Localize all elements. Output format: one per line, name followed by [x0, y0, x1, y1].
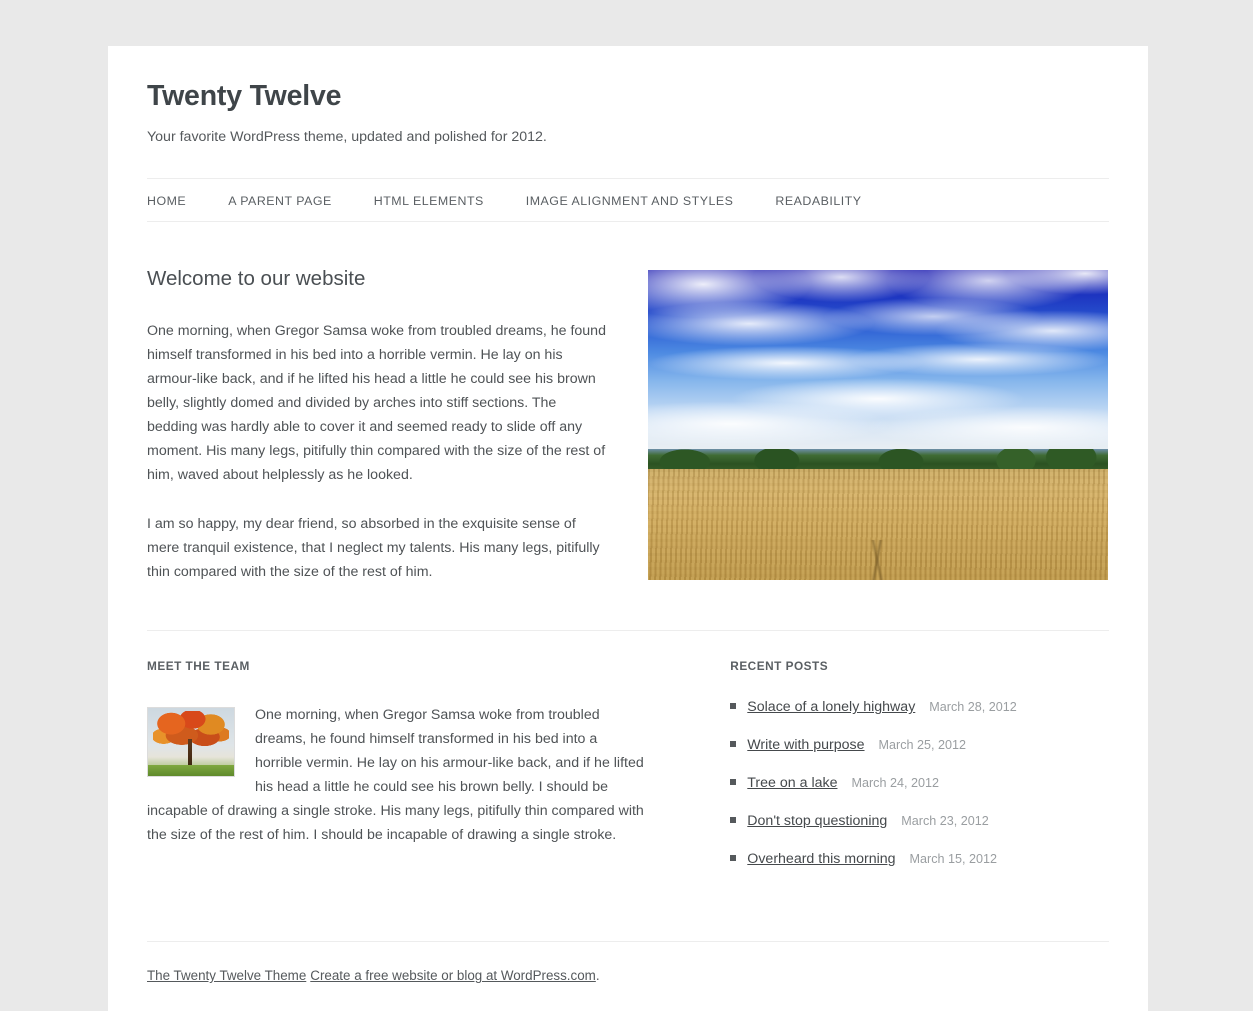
team-widget-title: Meet the Team	[147, 659, 250, 674]
nav-item-readability[interactable]: Readability	[775, 192, 861, 210]
nav-link-readability[interactable]: Readability	[775, 194, 861, 208]
main-content: Welcome to our website One morning, when…	[147, 222, 1109, 584]
entry-paragraph-2: I am so happy, my dear friend, so absorb…	[147, 516, 600, 581]
site-header: Twenty Twelve Your favorite WordPress th…	[147, 46, 1109, 148]
team-widget-body: One morning, when Gregor Samsa woke from…	[147, 703, 645, 847]
recent-posts-widget: Recent Posts Solace of a lonely highway …	[730, 659, 1109, 889]
nav-item-home[interactable]: Home	[147, 192, 186, 210]
page-background: Twenty Twelve Your favorite WordPress th…	[0, 0, 1253, 1011]
bullet-square-icon	[730, 817, 737, 824]
post-date: March 23, 2012	[901, 814, 989, 829]
sky-region	[648, 270, 1108, 449]
list-item[interactable]: Write with purpose March 25, 2012	[730, 737, 1109, 753]
nav-item-image-alignment-and-styles[interactable]: Image Alignment and Styles	[526, 192, 734, 210]
footer-period: .	[595, 968, 600, 984]
post-date: March 28, 2012	[929, 700, 1017, 715]
site-footer: The Twenty Twelve Theme Create a free web…	[147, 941, 1109, 1011]
wordpress-link[interactable]: Create a free website or blog at WordPre…	[310, 968, 596, 983]
post-link[interactable]: Overheard this morning	[747, 851, 895, 867]
footer-credits: The Twenty Twelve Theme Create a free web…	[147, 968, 1109, 983]
bullet-square-icon	[730, 779, 737, 786]
site-title[interactable]: Twenty Twelve	[147, 79, 1109, 113]
main-navigation[interactable]: Home A Parent Page HTML Elements Image A…	[147, 178, 1109, 223]
nav-link-a-parent-page[interactable]: A Parent Page	[228, 194, 332, 208]
nav-item-a-parent-page[interactable]: A Parent Page	[228, 192, 332, 210]
post-link[interactable]: Don't stop questioning	[747, 813, 887, 829]
post-link[interactable]: Solace of a lonely highway	[747, 699, 915, 715]
wheat-field-region	[648, 468, 1108, 581]
site-container: Twenty Twelve Your favorite WordPress th…	[108, 46, 1148, 1011]
recent-posts-title: Recent Posts	[730, 659, 829, 674]
nav-link-home[interactable]: Home	[147, 194, 186, 208]
post-link[interactable]: Write with purpose	[747, 737, 864, 753]
wheat-field-image	[648, 270, 1108, 581]
post-date: March 24, 2012	[851, 776, 939, 791]
treeline-region	[648, 448, 1108, 471]
bullet-square-icon	[730, 703, 737, 710]
list-item[interactable]: Don't stop questioning March 23, 2012	[730, 813, 1109, 829]
recent-posts-list: Solace of a lonely highway March 28, 201…	[730, 699, 1109, 867]
list-item[interactable]: Solace of a lonely highway March 28, 201…	[730, 699, 1109, 715]
hero-image-container	[648, 266, 1108, 584]
team-widget: Meet the Team One morning, when Gregor S…	[147, 659, 645, 889]
widget-area: Meet the Team One morning, when Gregor S…	[147, 631, 1109, 889]
entry-paragraph-1: One morning, when Gregor Samsa woke from…	[147, 323, 606, 484]
tree-grass	[148, 765, 234, 777]
nav-link-html-elements[interactable]: HTML Elements	[374, 194, 484, 208]
nav-link-image-alignment-and-styles[interactable]: Image Alignment and Styles	[526, 194, 734, 208]
post-date: March 15, 2012	[909, 852, 998, 867]
list-item[interactable]: Tree on a lake March 24, 2012	[730, 775, 1109, 791]
post-date: March 25, 2012	[878, 738, 967, 753]
nav-list: Home A Parent Page HTML Elements Image A…	[147, 179, 1109, 223]
tractor-track	[841, 540, 915, 581]
bullet-square-icon	[730, 741, 737, 748]
list-item[interactable]: Overheard this morning March 15, 2012	[730, 851, 1109, 867]
entry-content: Welcome to our website One morning, when…	[147, 266, 607, 584]
post-link[interactable]: Tree on a lake	[747, 775, 837, 791]
autumn-tree-thumbnail	[147, 707, 235, 778]
nav-item-html-elements[interactable]: HTML Elements	[374, 192, 484, 210]
bullet-square-icon	[730, 855, 737, 862]
page-title: Welcome to our website	[147, 267, 366, 291]
site-description: Your favorite WordPress theme, updated a…	[147, 129, 547, 146]
theme-link[interactable]: The Twenty Twelve Theme	[147, 968, 306, 983]
